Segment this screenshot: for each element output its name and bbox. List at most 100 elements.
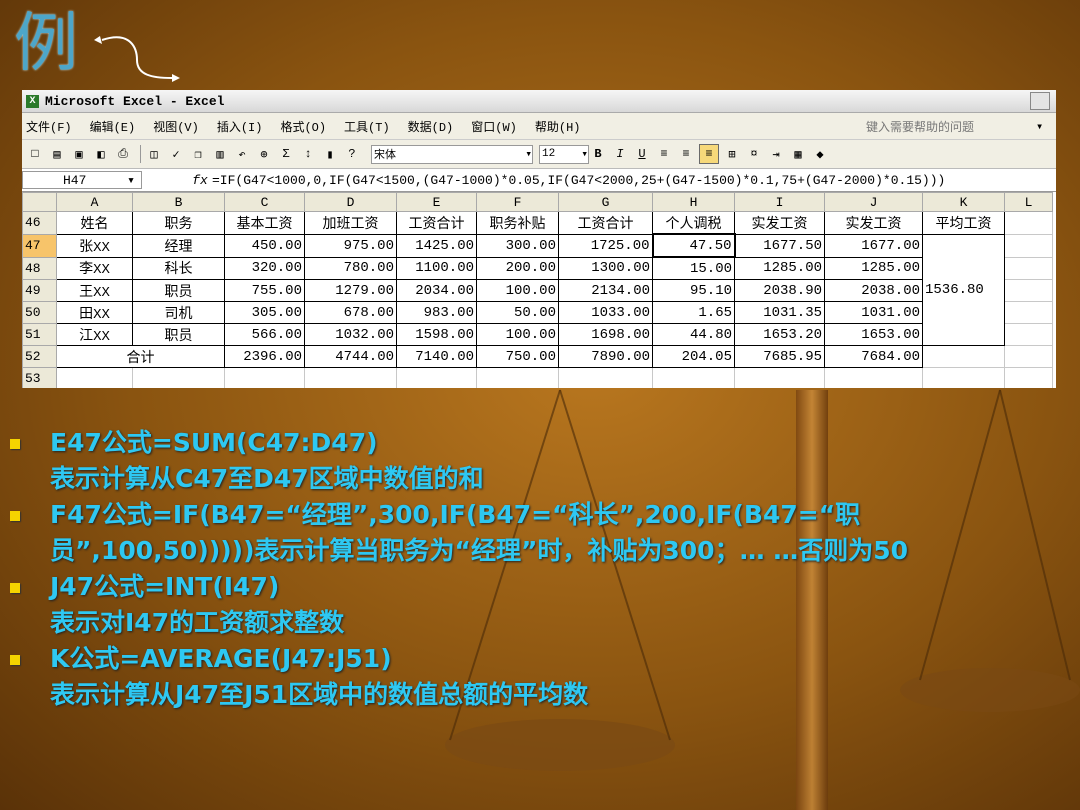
print-icon[interactable]: ⎙ [114,145,132,163]
cell[interactable] [1004,279,1053,302]
borders-icon[interactable]: ▦ [789,145,807,163]
help-icon[interactable]: ? [343,145,361,163]
underline-button[interactable]: U [633,145,651,163]
align-center-icon[interactable]: ≡ [677,145,695,163]
cell[interactable]: 职务 [132,211,225,235]
cell[interactable]: 基本工资 [224,211,305,235]
cell[interactable]: 1677.50 [734,233,825,258]
cell[interactable]: 个人调税 [652,211,735,235]
preview-icon[interactable]: ◫ [145,145,163,163]
cell[interactable]: 7685.95 [734,345,825,368]
cell[interactable]: 1032.00 [304,323,397,346]
name-box[interactable]: H47 ▾ [22,171,142,189]
cell[interactable]: 平均工资 [922,211,1005,235]
row-header[interactable]: 51 [22,323,57,346]
row-header[interactable]: 46 [22,211,57,235]
cell[interactable]: 300.00 [476,233,559,258]
spelling-icon[interactable]: ✓ [167,145,185,163]
hyperlink-icon[interactable]: ⊕ [255,145,273,163]
minimize-button[interactable] [1030,92,1050,110]
cell[interactable] [224,367,305,388]
menu-view[interactable]: 视图(V) [153,118,199,135]
menu-help[interactable]: 帮助(H) [535,118,581,135]
corner-cell[interactable] [22,192,57,212]
menu-edit[interactable]: 编辑(E) [90,118,136,135]
cell[interactable]: 50.00 [476,301,559,324]
row-header[interactable]: 50 [22,301,57,324]
cell[interactable]: 王XX [56,279,133,302]
cell[interactable]: 4744.00 [304,345,397,368]
cell[interactable] [922,345,1005,368]
column-header[interactable]: E [396,192,477,212]
column-header[interactable]: A [56,192,133,212]
row-header[interactable]: 48 [22,256,57,280]
column-header[interactable]: L [1004,192,1053,212]
cell[interactable]: 204.05 [652,345,735,368]
save-icon[interactable]: ▣ [70,145,88,163]
cell[interactable] [558,367,653,388]
cell[interactable] [1004,323,1053,346]
menu-window[interactable]: 窗口(W) [471,118,517,135]
cell[interactable]: 44.80 [652,323,735,346]
cell[interactable]: 1725.00 [558,233,653,258]
cell[interactable] [304,367,397,388]
menu-insert[interactable]: 插入(I) [217,118,263,135]
cell[interactable]: 7890.00 [558,345,653,368]
cell[interactable]: 320.00 [224,256,305,280]
cell[interactable]: 司机 [132,301,225,324]
align-left-icon[interactable]: ≡ [655,145,673,163]
column-header[interactable]: C [224,192,305,212]
cell[interactable]: 2134.00 [558,279,653,302]
cell[interactable]: 450.00 [224,233,305,258]
cell[interactable]: 田XX [56,301,133,324]
cell[interactable]: 1285.00 [824,256,923,280]
align-right-icon[interactable]: ≡ [699,144,719,164]
cell[interactable]: 1033.00 [558,301,653,324]
column-header[interactable]: D [304,192,397,212]
cell[interactable] [396,367,477,388]
cell[interactable]: 15.00 [652,256,735,280]
column-header-selected[interactable]: H [652,192,735,212]
menu-tools[interactable]: 工具(T) [344,118,390,135]
cell[interactable]: 100.00 [476,279,559,302]
fill-color-icon[interactable]: ◆ [811,145,829,163]
column-header[interactable]: I [734,192,825,212]
row-header-selected[interactable]: 47 [22,233,57,258]
cell[interactable] [922,367,1005,388]
copy-icon[interactable]: ❐ [189,145,207,163]
bold-button[interactable]: B [589,145,607,163]
column-header[interactable]: F [476,192,559,212]
menu-data[interactable]: 数据(D) [408,118,454,135]
cell[interactable]: 2034.00 [396,279,477,302]
cell[interactable]: 姓名 [56,211,133,235]
help-search-input[interactable]: 键入需要帮助的问题 [866,118,1036,135]
cell[interactable]: 江XX [56,323,133,346]
cell[interactable]: 1653.20 [734,323,825,346]
menu-format[interactable]: 格式(O) [280,118,326,135]
cell[interactable] [56,367,133,388]
cell[interactable]: 1300.00 [558,256,653,280]
row-header[interactable]: 49 [22,279,57,302]
cell[interactable] [1004,301,1053,324]
open-icon[interactable]: ▤ [48,145,66,163]
cell[interactable]: 7684.00 [824,345,923,368]
total-label-cell[interactable]: 合计 [56,345,225,368]
cell[interactable]: 2396.00 [224,345,305,368]
cell[interactable]: 经理 [132,233,225,258]
cell[interactable]: 科长 [132,256,225,280]
cell[interactable]: 200.00 [476,256,559,280]
cell[interactable] [476,367,559,388]
cell[interactable]: 李XX [56,256,133,280]
cell[interactable]: 职务补贴 [476,211,559,235]
cell[interactable]: 张XX [56,233,133,258]
cell[interactable]: 750.00 [476,345,559,368]
fx-icon[interactable]: fx [188,173,212,188]
cell[interactable] [1004,256,1053,280]
cell[interactable]: 975.00 [304,233,397,258]
column-header[interactable]: B [132,192,225,212]
cell[interactable]: 2038.90 [734,279,825,302]
cell[interactable]: 1598.00 [396,323,477,346]
italic-button[interactable]: I [611,145,629,163]
cell[interactable]: 1677.00 [824,233,923,258]
cell[interactable] [1004,345,1053,368]
